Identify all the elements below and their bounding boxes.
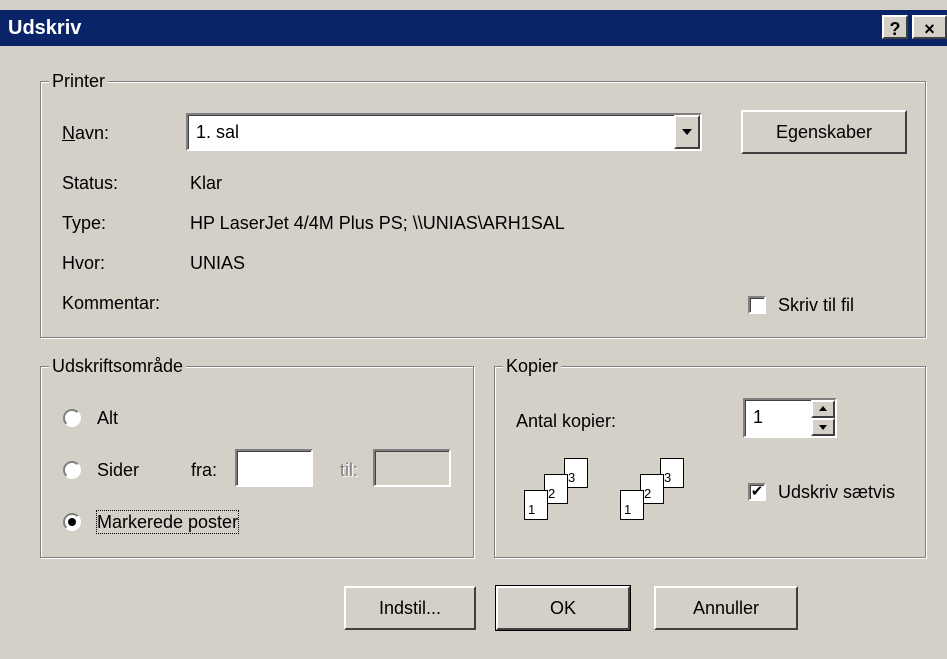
chevron-down-icon bbox=[682, 129, 692, 135]
cancel-button[interactable]: Annuller bbox=[654, 586, 798, 630]
comment-label: Kommentar: bbox=[62, 293, 161, 313]
arrow-up-icon bbox=[819, 406, 827, 411]
type-label: Type: bbox=[62, 213, 107, 233]
ok-button-label: OK bbox=[549, 597, 576, 618]
range-pages-radio[interactable] bbox=[63, 461, 81, 479]
setup-button[interactable]: Indstil... bbox=[344, 586, 476, 630]
copies-legend: Kopier bbox=[503, 355, 562, 377]
cancel-button-label: Annuller bbox=[692, 597, 760, 618]
printer-name-value: 1. sal bbox=[196, 122, 240, 142]
printer-dropdown-button[interactable] bbox=[674, 115, 700, 149]
window-title: Udskriv bbox=[8, 17, 82, 39]
range-selection-radio[interactable] bbox=[63, 513, 81, 531]
printer-name-label: Navn: bbox=[62, 122, 109, 144]
spinner-up-button[interactable] bbox=[811, 400, 835, 418]
close-button[interactable]: × bbox=[912, 15, 947, 39]
range-selection-label[interactable]: Markerede poster bbox=[95, 510, 240, 534]
properties-button[interactable]: Egenskaber bbox=[741, 110, 907, 154]
from-label: fra: bbox=[191, 460, 218, 480]
ok-button[interactable]: OK bbox=[495, 585, 631, 631]
collate-pages-icon: 3 2 1 3 2 1 bbox=[522, 458, 712, 532]
range-pages-label[interactable]: Sider bbox=[97, 459, 139, 481]
where-label: Hvor: bbox=[62, 253, 106, 273]
collate-label[interactable]: Udskriv sætvis bbox=[778, 481, 895, 503]
title-bar[interactable]: Udskriv ? × bbox=[0, 10, 947, 46]
copies-count-spinner[interactable]: 1 bbox=[743, 398, 837, 438]
setup-button-label: Indstil... bbox=[378, 597, 442, 618]
print-range-legend: Udskriftsområde bbox=[49, 355, 187, 377]
status-label: Status: bbox=[62, 173, 119, 193]
radio-selected-dot bbox=[68, 518, 76, 526]
help-button[interactable]: ? bbox=[882, 15, 908, 39]
range-all-label[interactable]: Alt bbox=[97, 407, 118, 429]
arrow-down-icon bbox=[819, 425, 827, 430]
page-1-icon: 1 bbox=[620, 490, 644, 520]
print-to-file-checkbox[interactable] bbox=[748, 296, 766, 314]
properties-button-label: Egenskaber bbox=[775, 121, 873, 142]
where-value: UNIAS bbox=[190, 253, 246, 273]
copies-count-label: Antal kopier: bbox=[516, 411, 617, 431]
collate-checkbox[interactable]: ✔ bbox=[748, 483, 766, 501]
status-value: Klar bbox=[190, 173, 223, 193]
printer-name-label-text: avn: bbox=[75, 123, 110, 143]
to-label: til: bbox=[340, 460, 358, 480]
mnemonic-n: N bbox=[62, 123, 75, 143]
copies-count-value: 1 bbox=[753, 407, 764, 427]
range-all-radio[interactable] bbox=[63, 409, 81, 427]
spinner-down-button[interactable] bbox=[811, 418, 835, 436]
from-page-input[interactable] bbox=[235, 449, 313, 487]
print-to-file-label[interactable]: Skriv til fil bbox=[778, 294, 854, 316]
printer-name-select[interactable]: 1. sal bbox=[186, 113, 702, 151]
printer-legend: Printer bbox=[49, 70, 109, 92]
type-value: HP LaserJet 4/4M Plus PS; \\UNIAS\ARH1SA… bbox=[190, 213, 565, 233]
print-dialog: Udskriv ? × Printer Navn: 1. sal Egenska… bbox=[0, 0, 947, 659]
to-page-input[interactable] bbox=[373, 449, 451, 487]
page-1-icon: 1 bbox=[524, 490, 548, 520]
